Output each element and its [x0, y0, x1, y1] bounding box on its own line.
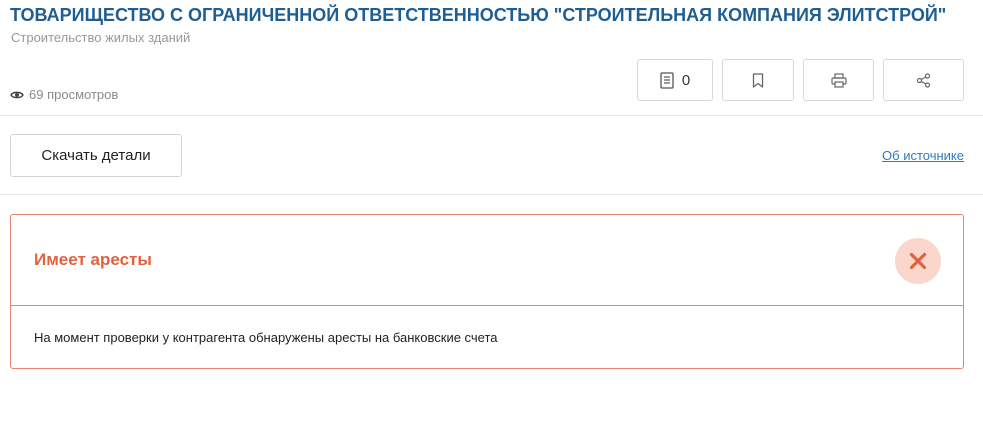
- divider: [0, 194, 983, 195]
- print-icon: [830, 72, 847, 88]
- alert-title: Имеет аресты: [34, 250, 152, 269]
- company-activity: Строительство жилых зданий: [11, 30, 191, 45]
- print-button[interactable]: [803, 59, 874, 101]
- notes-count: 0: [681, 71, 691, 89]
- alert-description: На момент проверки у контрагента обнаруж…: [34, 330, 498, 345]
- eye-icon: [10, 90, 24, 100]
- page: ТОВАРИЩЕСТВО С ОГРАНИЧЕННОЙ ОТВЕТСТВЕННО…: [0, 0, 983, 432]
- notes-button[interactable]: 0: [637, 59, 713, 101]
- divider: [0, 115, 983, 116]
- views-counter: 69 просмотров: [10, 87, 118, 102]
- arrests-alert-card: Имеет аресты На момент проверки у контра…: [10, 214, 964, 369]
- bookmark-button[interactable]: [722, 59, 794, 101]
- share-button[interactable]: [883, 59, 964, 101]
- about-source-link[interactable]: Об источнике: [882, 148, 964, 163]
- alert-header: Имеет аресты: [11, 215, 963, 306]
- bookmark-icon: [752, 72, 764, 88]
- views-count: 69 просмотров: [29, 87, 119, 102]
- company-title: ТОВАРИЩЕСТВО С ОГРАНИЧЕННОЙ ОТВЕТСТВЕННО…: [10, 5, 947, 25]
- notes-icon: [660, 71, 674, 89]
- download-details-button[interactable]: Скачать детали: [10, 134, 182, 177]
- close-icon: [895, 238, 941, 284]
- share-icon: [916, 72, 931, 88]
